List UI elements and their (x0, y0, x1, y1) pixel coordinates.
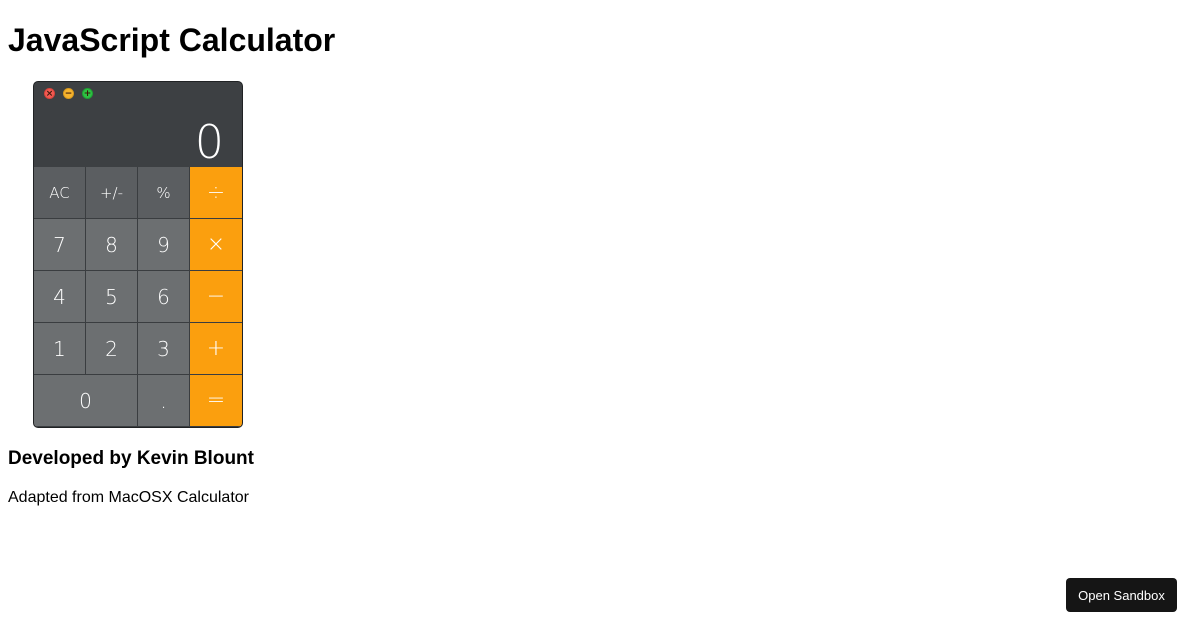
digit-6-button[interactable]: 6 (138, 271, 190, 323)
page-title: JavaScript Calculator (8, 22, 336, 58)
sign-toggle-button[interactable]: +/- (86, 167, 138, 219)
page: JavaScript Calculator × − + 0 AC +/- % ÷… (0, 0, 1200, 630)
decimal-button[interactable]: . (138, 375, 190, 427)
digit-0-button[interactable]: 0 (34, 375, 138, 427)
subtract-button[interactable]: − (190, 271, 242, 323)
calculator: × − + 0 AC +/- % ÷ 7 8 9 × 4 5 6 − 1 2 3… (33, 81, 243, 428)
open-sandbox-button[interactable]: Open Sandbox (1066, 578, 1177, 612)
digit-3-button[interactable]: 3 (138, 323, 190, 375)
add-button[interactable]: + (190, 323, 242, 375)
close-icon[interactable]: × (44, 88, 55, 99)
digit-7-button[interactable]: 7 (34, 219, 86, 271)
digit-8-button[interactable]: 8 (86, 219, 138, 271)
adaptation-note: Adapted from MacOSX Calculator (8, 489, 249, 506)
calculator-keypad: AC +/- % ÷ 7 8 9 × 4 5 6 − 1 2 3 + 0 . = (34, 167, 242, 427)
digit-5-button[interactable]: 5 (86, 271, 138, 323)
divide-button[interactable]: ÷ (190, 167, 242, 219)
calculator-display: 0 (194, 115, 224, 169)
maximize-icon[interactable]: + (82, 88, 93, 99)
developer-credit: Developed by Kevin Blount (8, 448, 254, 469)
minimize-icon[interactable]: − (63, 88, 74, 99)
clear-button[interactable]: AC (34, 167, 86, 219)
percent-button[interactable]: % (138, 167, 190, 219)
digit-1-button[interactable]: 1 (34, 323, 86, 375)
equals-button[interactable]: = (190, 375, 242, 427)
multiply-button[interactable]: × (190, 219, 242, 271)
window-titlebar: × − + (34, 82, 242, 104)
digit-2-button[interactable]: 2 (86, 323, 138, 375)
digit-9-button[interactable]: 9 (138, 219, 190, 271)
digit-4-button[interactable]: 4 (34, 271, 86, 323)
